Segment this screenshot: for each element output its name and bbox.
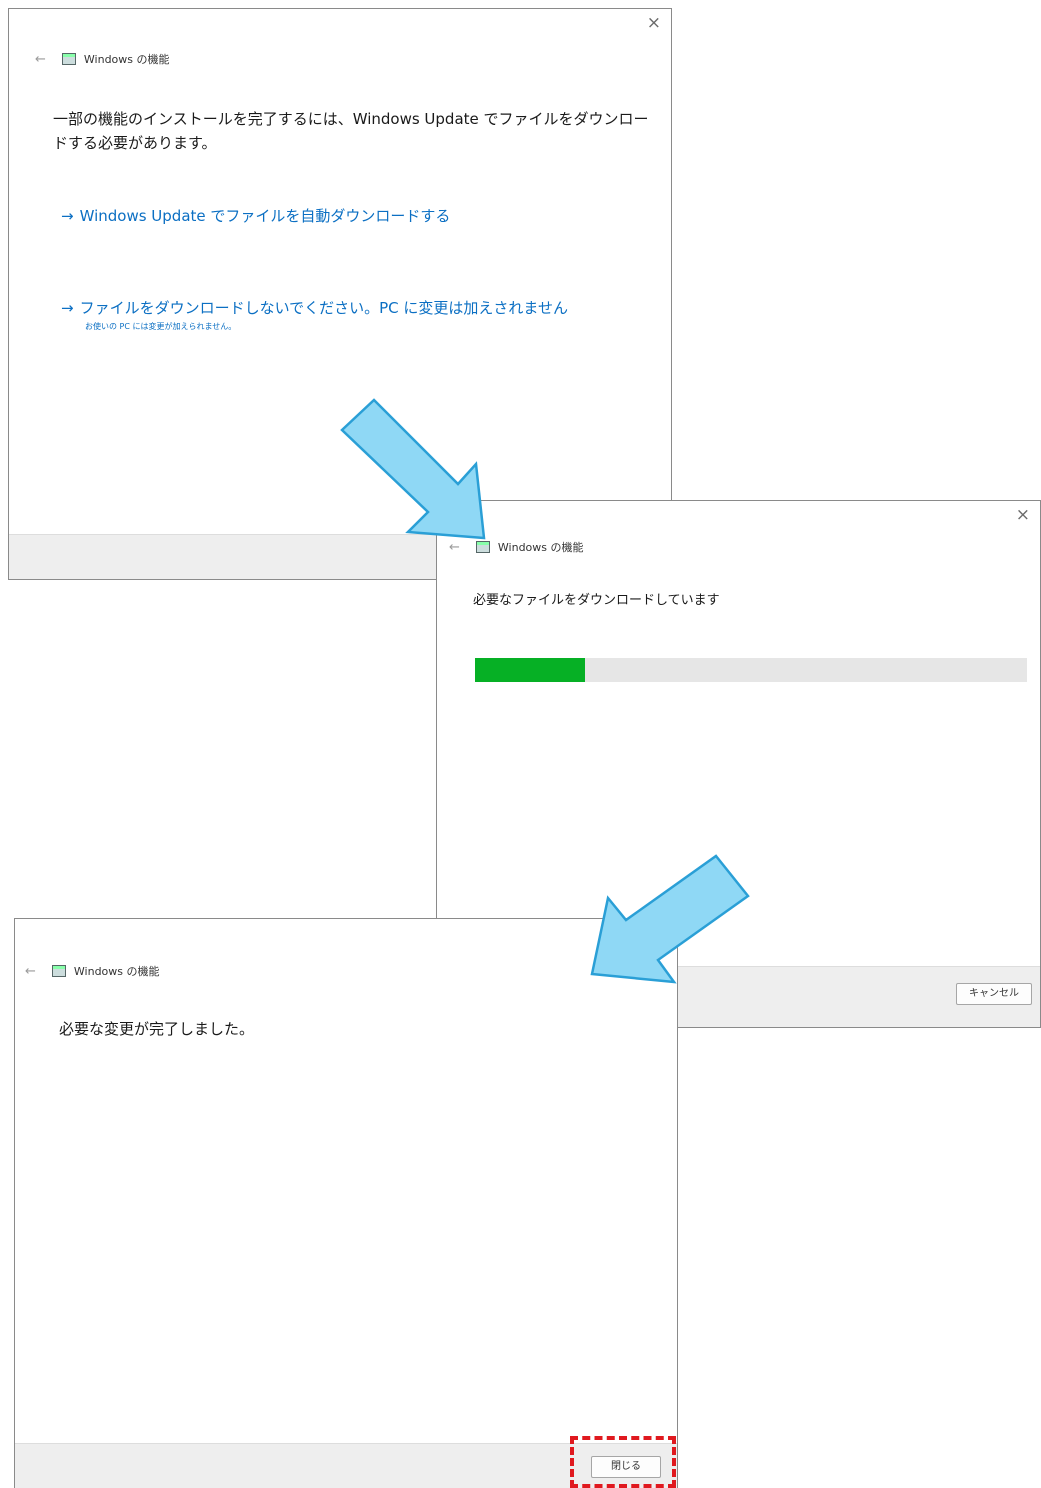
auto-download-label: Windows Update でファイルを自動ダウンロードする (79, 207, 451, 225)
link-arrow-icon: → (61, 299, 74, 317)
close-icon[interactable]: × (1016, 505, 1030, 525)
title-bar: ← Windows の機能 (25, 963, 160, 979)
download-progress-bar (475, 658, 1027, 682)
down-left-arrow-icon (590, 854, 750, 984)
arrow-shape (340, 398, 486, 540)
link-arrow-icon: → (61, 207, 74, 225)
window-title: Windows の機能 (497, 541, 584, 554)
close-icon[interactable]: × (647, 13, 661, 33)
skip-download-note: お使いの PC には変更が加えられません。 (85, 322, 237, 331)
completion-message: 必要な変更が完了しました。 (59, 1020, 255, 1038)
download-progress-fill (475, 658, 586, 682)
skip-download-option[interactable]: → ファイルをダウンロードしないでください。PC に変更は加えされません (61, 297, 568, 318)
cancel-button[interactable]: キャンセル (956, 983, 1032, 1005)
close-button-highlight (570, 1436, 676, 1488)
windows-features-icon (51, 965, 66, 977)
back-arrow-icon[interactable]: ← (25, 964, 36, 979)
windows-features-icon (61, 53, 76, 65)
back-arrow-icon[interactable]: ← (35, 52, 46, 67)
auto-download-option[interactable]: → Windows Update でファイルを自動ダウンロードする (61, 205, 450, 226)
features-window-complete: ← Windows の機能 必要な変更が完了しました。 閉じる (14, 918, 678, 1488)
down-right-arrow-icon (340, 398, 486, 540)
title-bar: ← Windows の機能 (35, 51, 170, 67)
downloading-message: 必要なファイルをダウンロードしています (473, 593, 720, 608)
window-title: Windows の機能 (83, 53, 170, 66)
window-title: Windows の機能 (73, 965, 160, 978)
download-required-message: 一部の機能のインストールを完了するには、Windows Update でファイル… (53, 110, 649, 152)
skip-download-label: ファイルをダウンロードしないでください。PC に変更は加えされません (79, 299, 568, 317)
arrow-shape (590, 854, 750, 984)
